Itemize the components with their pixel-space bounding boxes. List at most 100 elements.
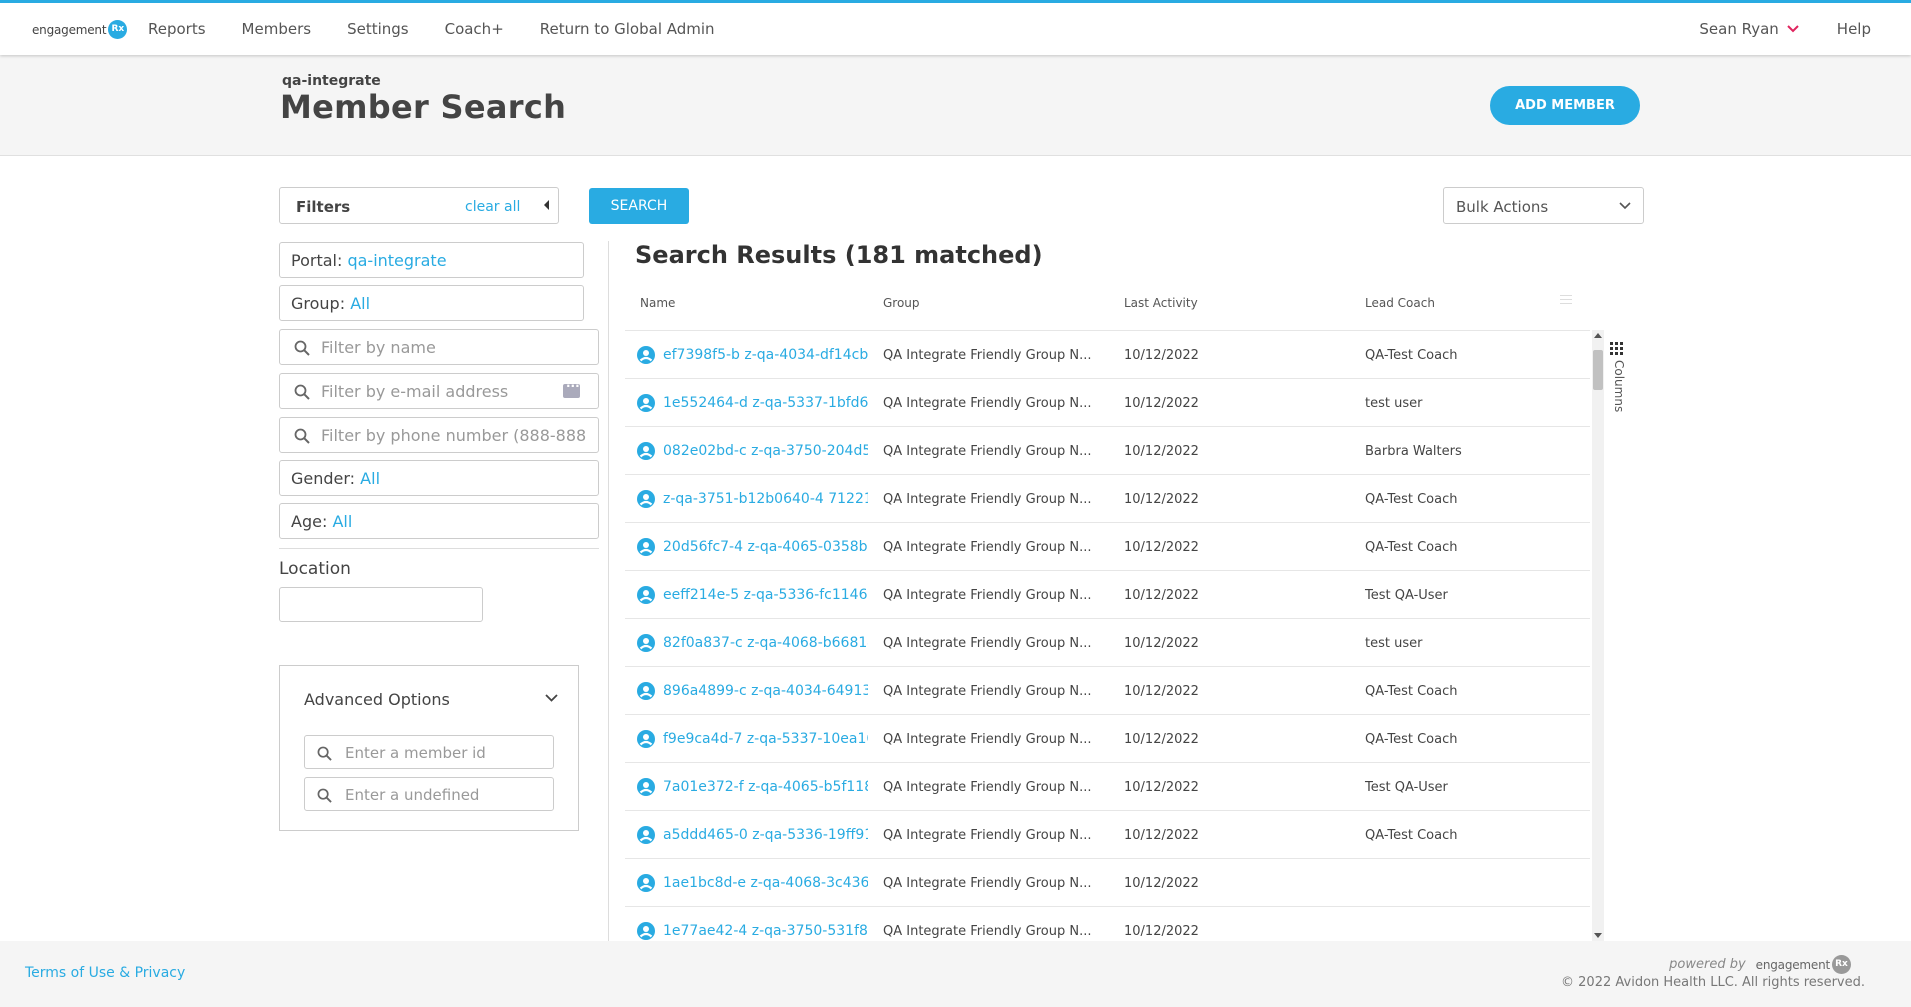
table-row[interactable]: 82f0a837-c z-qa-4068-b66814 QA Integrate …: [625, 618, 1590, 666]
group-filter-value: All: [350, 294, 371, 313]
table-row[interactable]: eeff214e-5 z-qa-5336-fc1146c2 QA Integrat…: [625, 570, 1590, 618]
bulk-actions-label: Bulk Actions: [1456, 198, 1549, 216]
column-menu-icon[interactable]: [1560, 295, 1572, 305]
table-row[interactable]: 896a4899-c z-qa-4034-64913 QA Integrate F…: [625, 666, 1590, 714]
member-lead-coach: QA-Test Coach: [1365, 540, 1458, 555]
member-avatar-icon: [637, 730, 655, 752]
table-row[interactable]: ef7398f5-b z-qa-4034-df14cb QA Integrate …: [625, 330, 1590, 378]
columns-tool-panel-toggle[interactable]: Columns: [1610, 340, 1630, 420]
powered-by: powered by engagement Rx: [1669, 955, 1851, 974]
member-avatar-icon: [637, 778, 655, 800]
advanced-options-panel: Advanced Options Enter a member id Enter…: [279, 665, 579, 831]
member-name-link[interactable]: 1e77ae42-4 z-qa-3750-531f88: [663, 923, 868, 939]
engagement-rx-logo[interactable]: engagement Rx: [32, 20, 128, 39]
nav-settings[interactable]: Settings: [329, 20, 427, 38]
member-group: QA Integrate Friendly Group N...: [883, 924, 1092, 939]
member-lead-coach: QA-Test Coach: [1365, 348, 1458, 363]
member-name-link[interactable]: 20d56fc7-4 z-qa-4065-0358b: [663, 539, 868, 555]
table-row[interactable]: 1e77ae42-4 z-qa-3750-531f88 QA Integrate …: [625, 906, 1590, 940]
member-name-link[interactable]: f9e9ca4d-7 z-qa-5337-10ea16: [663, 731, 868, 747]
member-avatar-icon: [637, 586, 655, 608]
member-lead-coach: Test QA-User: [1365, 780, 1448, 795]
group-filter[interactable]: Group: All: [279, 285, 584, 321]
email-filter-input[interactable]: Filter by e-mail address: [279, 373, 599, 409]
member-lead-coach: test user: [1365, 396, 1423, 411]
column-header-name[interactable]: Name: [640, 296, 675, 310]
portal-filter-label: Portal:: [291, 251, 343, 270]
member-name-link[interactable]: 082e02bd-c z-qa-3750-204d5: [663, 443, 868, 459]
filters-header: Filters clear all: [279, 187, 559, 224]
clear-all-link[interactable]: clear all: [465, 199, 520, 215]
member-lead-coach: test user: [1365, 636, 1423, 651]
portal-filter[interactable]: Portal: qa-integrate: [279, 242, 584, 278]
caret-left-icon[interactable]: [544, 200, 550, 210]
user-menu[interactable]: Sean Ryan: [1699, 20, 1799, 38]
nav-coach-plus[interactable]: Coach+: [427, 20, 522, 38]
search-icon: [294, 428, 310, 444]
scroll-down-arrow[interactable]: [1594, 933, 1602, 938]
member-group: QA Integrate Friendly Group N...: [883, 492, 1092, 507]
undefined-input[interactable]: Enter a undefined: [304, 777, 554, 811]
gender-filter[interactable]: Gender: All: [279, 460, 599, 496]
table-row[interactable]: 1ae1bc8d-e z-qa-4068-3c436c QA Integrate …: [625, 858, 1590, 906]
add-member-button[interactable]: ADD MEMBER: [1490, 86, 1640, 125]
member-lead-coach: Barbra Walters: [1365, 444, 1462, 459]
member-name-link[interactable]: eeff214e-5 z-qa-5336-fc1146c2: [663, 587, 868, 603]
table-row[interactable]: a5ddd465-0 z-qa-5336-19ff91 QA Integrate …: [625, 810, 1590, 858]
member-avatar-icon: [637, 634, 655, 656]
more-options-icon[interactable]: [563, 379, 580, 398]
member-group: QA Integrate Friendly Group N...: [883, 636, 1092, 651]
member-last-activity: 10/12/2022: [1124, 636, 1199, 651]
scroll-up-arrow[interactable]: [1594, 333, 1602, 338]
member-name-link[interactable]: a5ddd465-0 z-qa-5336-19ff91: [663, 827, 868, 843]
member-group: QA Integrate Friendly Group N...: [883, 540, 1092, 555]
logo-text: engagement: [32, 22, 107, 37]
name-filter-input[interactable]: Filter by name: [279, 329, 599, 365]
chevron-down-icon[interactable]: [545, 694, 558, 702]
scroll-thumb[interactable]: [1593, 350, 1603, 390]
age-filter[interactable]: Age: All: [279, 503, 599, 539]
advanced-options-title: Advanced Options: [304, 690, 450, 709]
email-filter-placeholder: Filter by e-mail address: [321, 382, 509, 401]
column-header-group[interactable]: Group: [883, 296, 920, 310]
member-name-link[interactable]: 1e552464-d z-qa-5337-1bfd62c: [663, 395, 868, 411]
member-name-link[interactable]: ef7398f5-b z-qa-4034-df14cb: [663, 347, 868, 363]
nav-reports[interactable]: Reports: [130, 20, 224, 38]
search-icon: [317, 746, 332, 761]
location-label: Location: [279, 559, 351, 579]
member-group: QA Integrate Friendly Group N...: [883, 876, 1092, 891]
footer: Terms of Use & Privacy powered by engage…: [0, 941, 1911, 1007]
nav-return-global-admin[interactable]: Return to Global Admin: [522, 20, 733, 38]
member-name-link[interactable]: 1ae1bc8d-e z-qa-4068-3c436c: [663, 875, 868, 891]
help-link[interactable]: Help: [1837, 20, 1871, 38]
phone-filter-placeholder: Filter by phone number (888-888: [321, 426, 587, 445]
nav-right: Sean Ryan Help: [1699, 3, 1871, 55]
table-row[interactable]: 082e02bd-c z-qa-3750-204d5 QA Integrate F…: [625, 426, 1590, 474]
column-header-lead-coach[interactable]: Lead Coach: [1365, 296, 1435, 310]
nav-members[interactable]: Members: [224, 20, 330, 38]
member-avatar-icon: [637, 346, 655, 368]
member-last-activity: 10/12/2022: [1124, 828, 1199, 843]
member-name-link[interactable]: z-qa-3751-b12b0640-4 71221d: [663, 491, 868, 507]
table-row[interactable]: 1e552464-d z-qa-5337-1bfd62c QA Integrate…: [625, 378, 1590, 426]
nav-links: Reports Members Settings Coach+ Return t…: [130, 3, 733, 55]
member-group: QA Integrate Friendly Group N...: [883, 732, 1092, 747]
member-name-link[interactable]: 82f0a837-c z-qa-4068-b66814: [663, 635, 868, 651]
member-name-link[interactable]: 896a4899-c z-qa-4034-64913: [663, 683, 868, 699]
column-header-last-activity[interactable]: Last Activity: [1124, 296, 1198, 310]
member-name-link[interactable]: 7a01e372-f z-qa-4065-b5f118c: [663, 779, 868, 795]
bulk-actions-select[interactable]: Bulk Actions: [1443, 187, 1644, 224]
table-row[interactable]: 20d56fc7-4 z-qa-4065-0358b QA Integrate F…: [625, 522, 1590, 570]
table-row[interactable]: f9e9ca4d-7 z-qa-5337-10ea16 QA Integrate …: [625, 714, 1590, 762]
phone-filter-input[interactable]: Filter by phone number (888-888: [279, 417, 599, 453]
gender-filter-value: All: [360, 469, 381, 488]
search-button[interactable]: SEARCH: [589, 188, 689, 224]
user-name: Sean Ryan: [1699, 20, 1779, 38]
table-row[interactable]: z-qa-3751-b12b0640-4 71221d QA Integrate …: [625, 474, 1590, 522]
location-input[interactable]: [279, 587, 483, 622]
member-id-input[interactable]: Enter a member id: [304, 735, 554, 769]
table-row[interactable]: 7a01e372-f z-qa-4065-b5f118c QA Integrate…: [625, 762, 1590, 810]
member-id-placeholder: Enter a member id: [345, 744, 486, 762]
terms-privacy-link[interactable]: Terms of Use & Privacy: [25, 965, 185, 981]
results-scrollbar[interactable]: [1592, 330, 1604, 941]
